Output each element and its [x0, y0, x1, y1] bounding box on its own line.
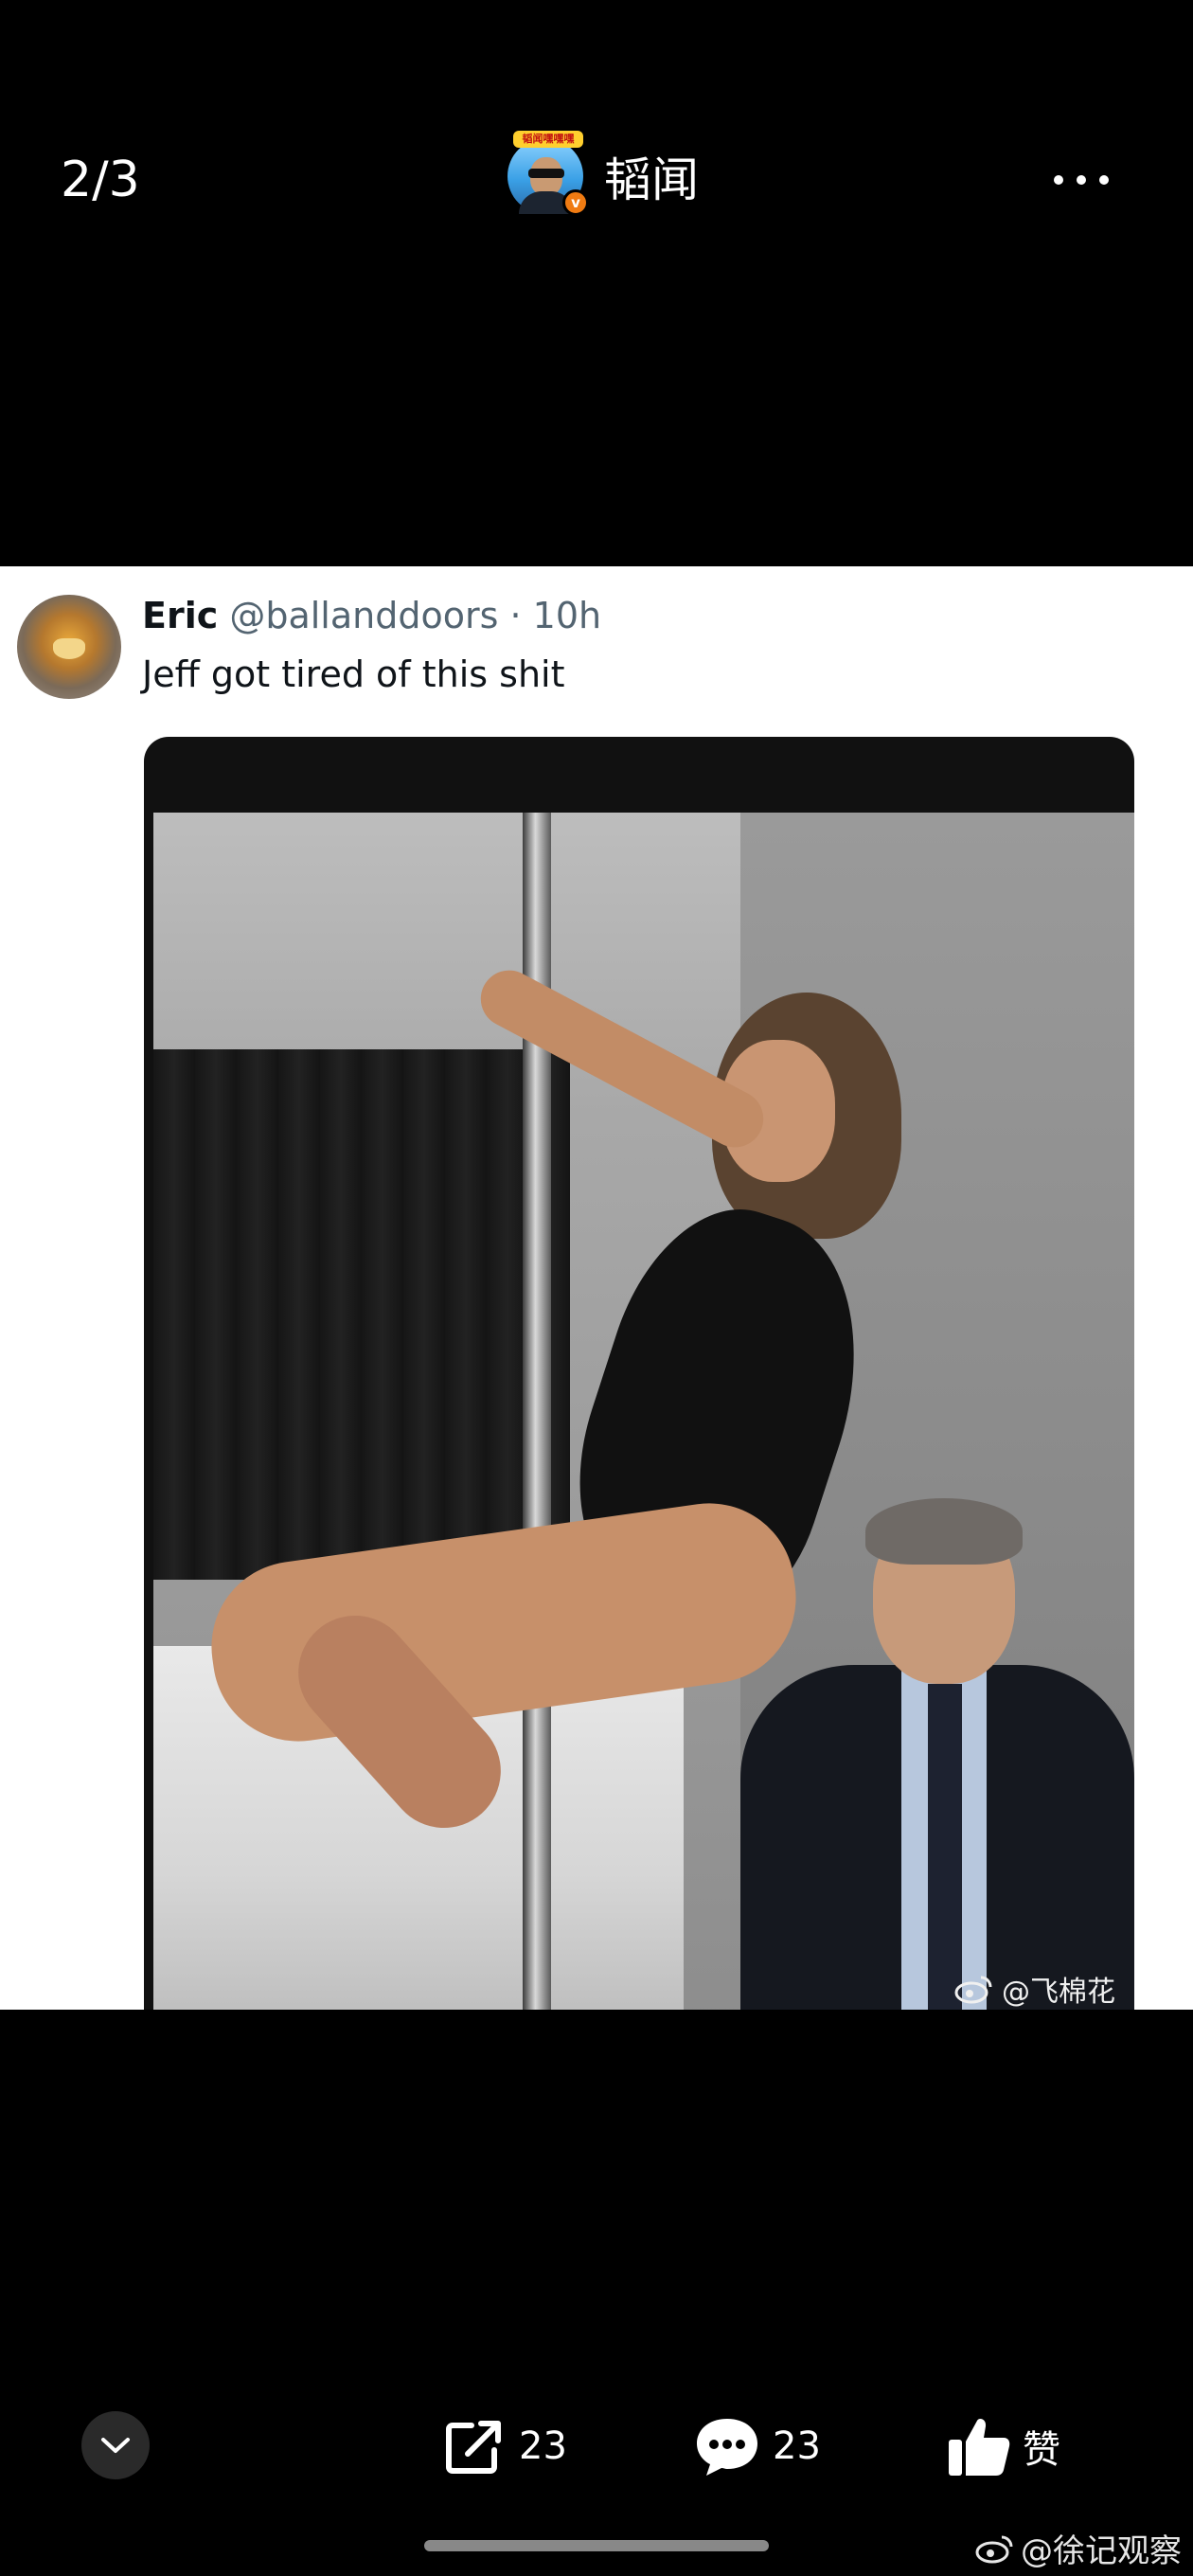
comment-icon — [697, 2419, 757, 2476]
tweet-time: 10h — [532, 595, 602, 636]
more-icon — [1054, 175, 1063, 185]
photo-man-hair — [865, 1498, 1023, 1565]
weibo-icon — [954, 1976, 992, 2004]
comment-button[interactable]: 23 — [693, 2413, 821, 2479]
collapse-button[interactable] — [81, 2411, 150, 2479]
bird-beak — [53, 638, 85, 659]
like-button[interactable]: 赞 — [947, 2413, 1060, 2479]
more-icon-dot — [1099, 175, 1109, 185]
more-icon-dot — [1077, 175, 1086, 185]
share-icon — [446, 2421, 501, 2474]
account-watermark-text: @徐记观察 — [1021, 2532, 1182, 2570]
comment-count: 23 — [773, 2424, 821, 2468]
share-button[interactable]: 23 — [443, 2413, 567, 2479]
tweet-separator: · — [498, 595, 533, 636]
tweet-header: Eric @ballanddoors · 10h — [142, 595, 601, 636]
post-image[interactable]: Eric @ballanddoors · 10h Jeff got tired … — [0, 566, 1193, 2010]
top-bar: 2/3 韬闻嘿嘿嘿 v 韬闻 — [0, 0, 1193, 284]
chevron-down-icon — [101, 2438, 130, 2453]
author-avatar[interactable]: 韬闻嘿嘿嘿 v — [507, 131, 589, 216]
home-indicator[interactable] — [424, 2540, 769, 2551]
author-info[interactable]: 韬闻嘿嘿嘿 v 韬闻 — [507, 131, 699, 216]
tweet-text: Jeff got tired of this shit — [142, 653, 565, 695]
avatar-glasses — [528, 169, 564, 178]
photo-man-tie — [928, 1684, 962, 2010]
avatar-banner-text: 韬闻嘿嘿嘿 — [513, 131, 583, 148]
account-watermark: @徐记观察 — [975, 2525, 1182, 2571]
share-count: 23 — [519, 2424, 567, 2468]
image-watermark: @飞棉花 — [954, 1968, 1115, 2010]
weibo-icon — [975, 2535, 1013, 2563]
tweet-avatar — [17, 595, 121, 699]
tweet-photo-frame: @飞棉花 — [144, 737, 1134, 2010]
tweet-photo: @飞棉花 — [153, 813, 1134, 2010]
verified-badge-icon: v — [562, 189, 589, 216]
thumbs-up-icon — [949, 2419, 1010, 2476]
tweet-author-name: Eric — [142, 595, 219, 636]
photo-curtain — [153, 1049, 570, 1580]
tweet-handle: @ballanddoors — [229, 595, 499, 636]
page-counter: 2/3 — [61, 152, 140, 208]
author-name[interactable]: 韬闻 — [604, 142, 699, 210]
more-button[interactable] — [1024, 161, 1138, 199]
like-label: 赞 — [1023, 2428, 1060, 2472]
image-watermark-text: @飞棉花 — [1002, 1976, 1115, 2009]
